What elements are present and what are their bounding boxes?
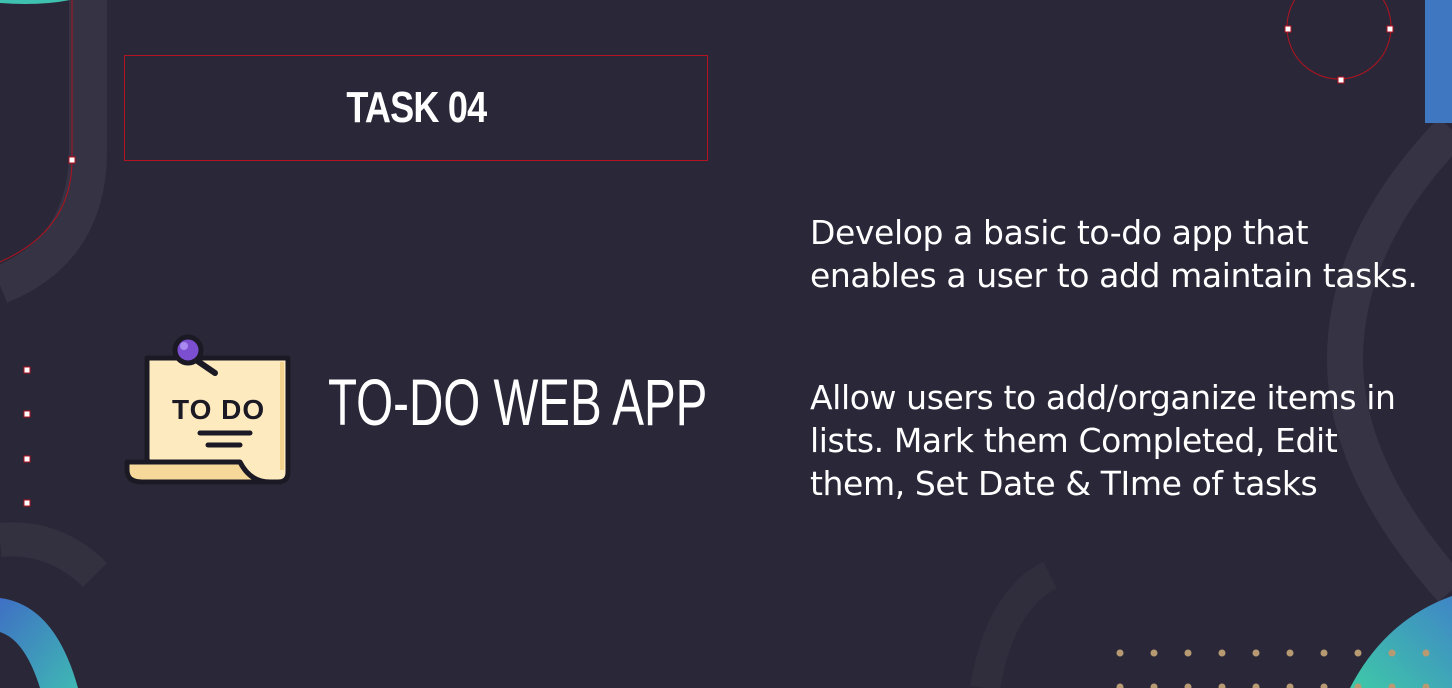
- decor-arc-bottom-left: [0, 522, 108, 588]
- description-paragraph: Develop a basic to-do app that enables a…: [810, 213, 1418, 295]
- decor-handle: [68, 156, 76, 164]
- icon-label: TO DO: [172, 394, 265, 425]
- description-paragraph: Allow users to add/organize items in lis…: [810, 378, 1396, 503]
- decor-blue-bar: [1425, 0, 1452, 123]
- decor-handle: [1284, 25, 1292, 33]
- decor-handle: [23, 499, 31, 507]
- task-label-box: TASK 04: [124, 55, 708, 161]
- decor-handle: [23, 410, 31, 418]
- decor-arc-right: [1326, 117, 1452, 602]
- decor-teal-sliver: [0, 0, 70, 4]
- decor-arc-top-left: [0, 0, 107, 303]
- decor-arc-bottom-middle: [970, 561, 1058, 688]
- decor-handle: [1337, 76, 1345, 84]
- task-label: TASK 04: [346, 83, 487, 132]
- decor-handle: [23, 455, 31, 463]
- decor-red-circle: [1286, 0, 1392, 80]
- sticky-note-icon: TO DO: [124, 334, 291, 485]
- decor-gradient-arc-bottom-right: [1350, 596, 1452, 688]
- decor-gradient-arc-bottom-left: [0, 598, 78, 688]
- decor-handle: [1386, 25, 1394, 33]
- decor-handle: [23, 366, 31, 374]
- project-title: TO-DO WEB APP: [328, 365, 708, 439]
